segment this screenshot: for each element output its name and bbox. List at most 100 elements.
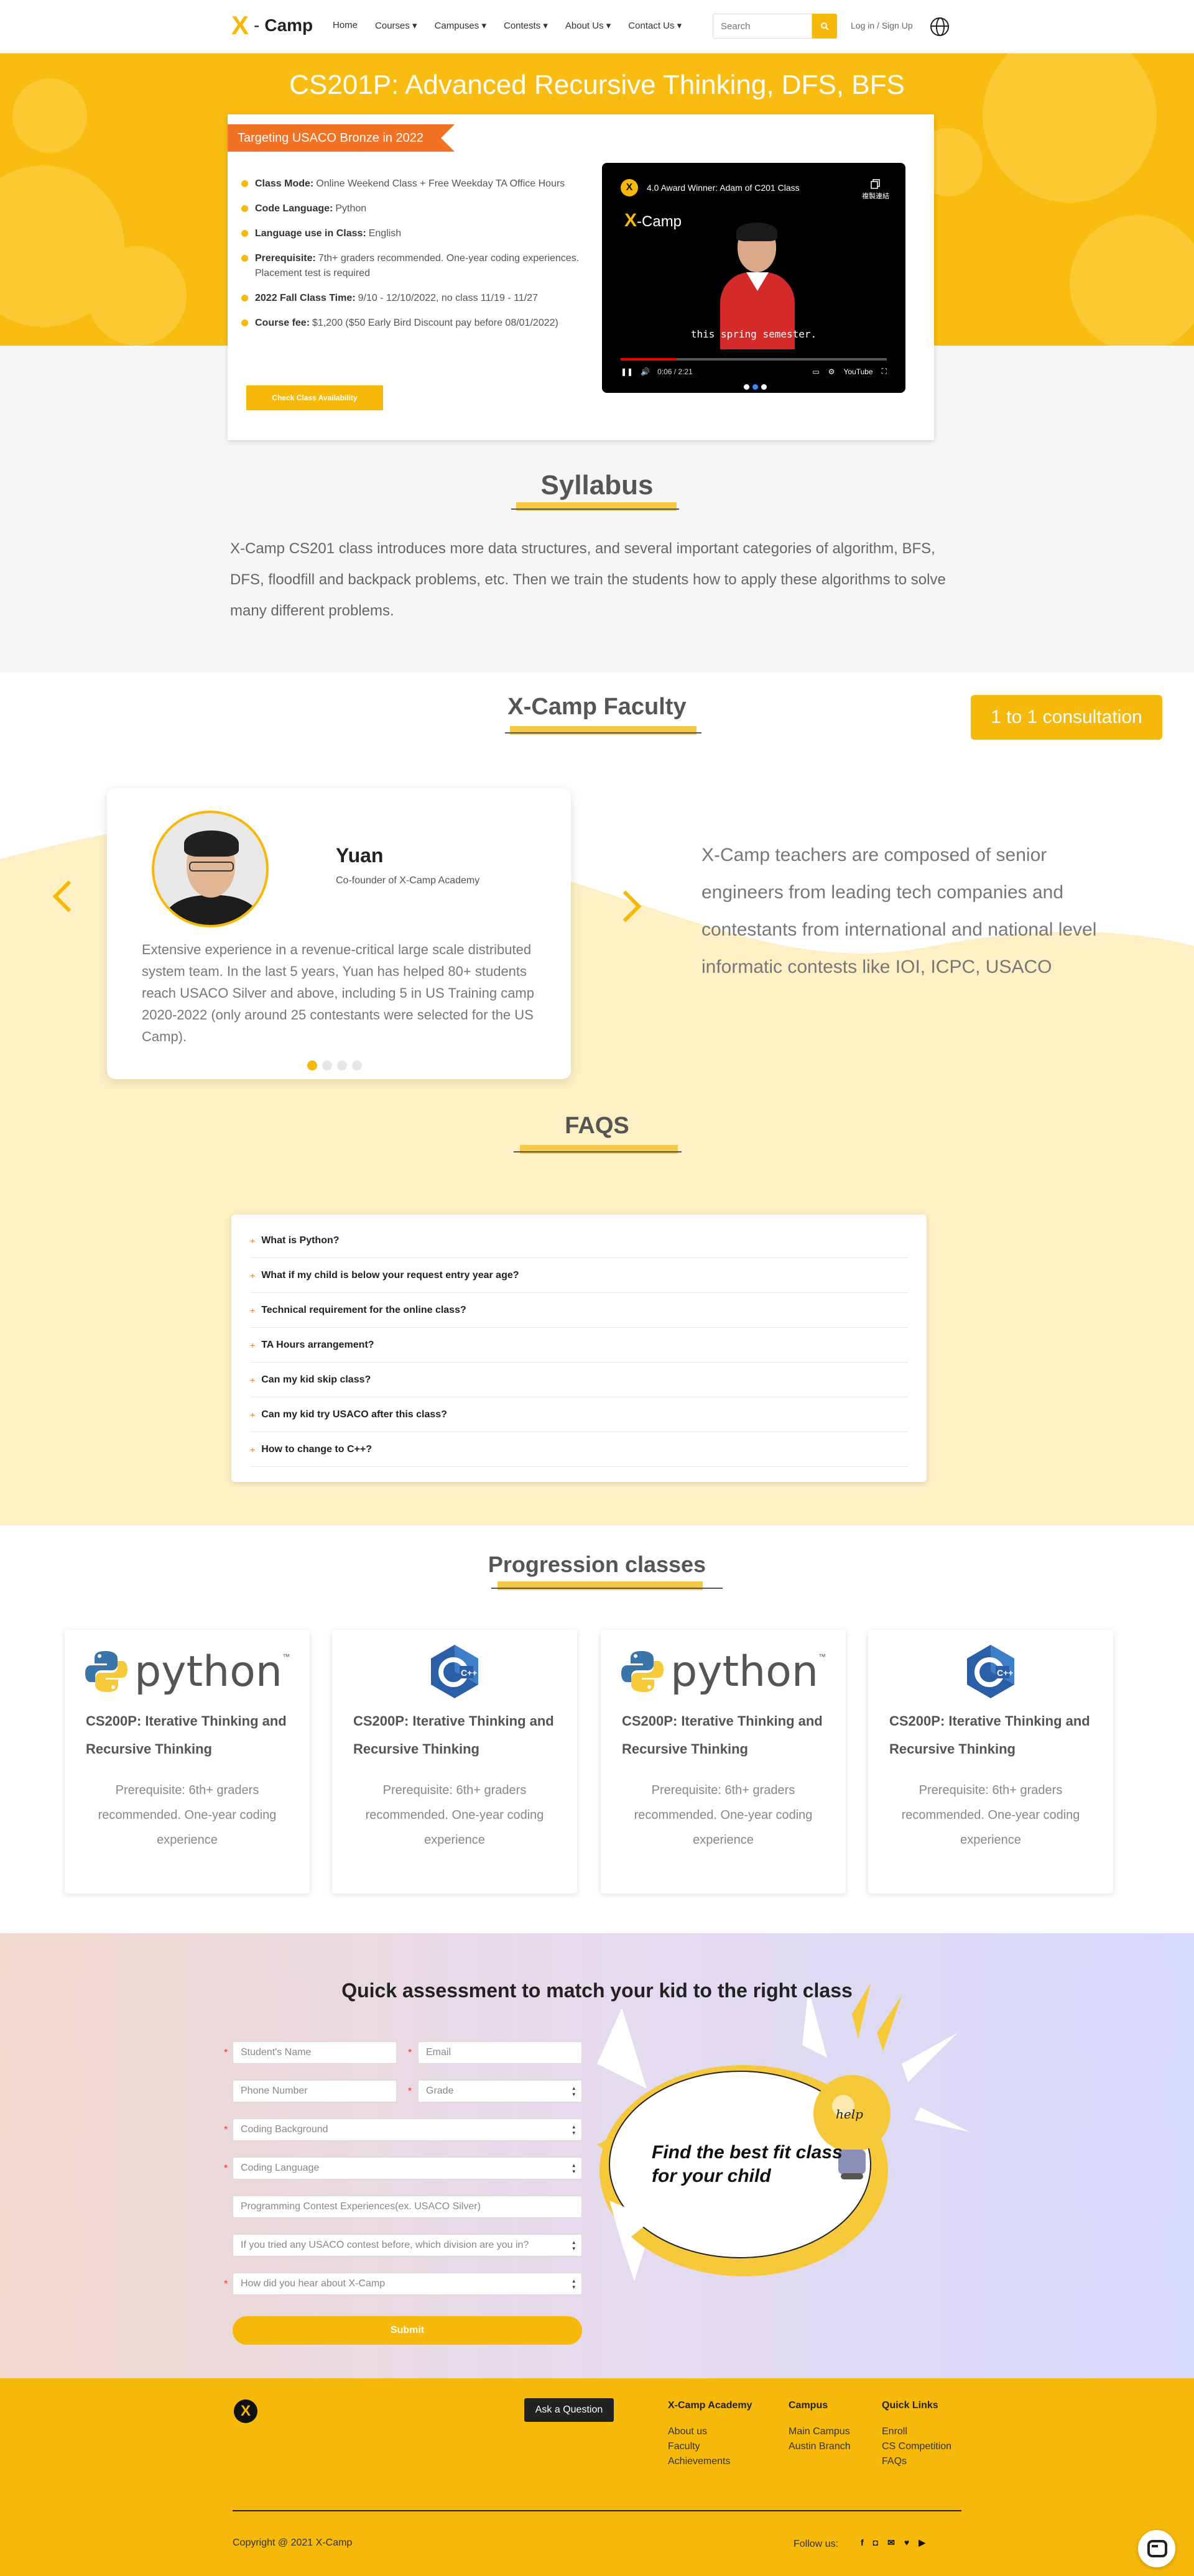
search-input[interactable] <box>713 14 812 39</box>
faq-question: How to change to C++? <box>261 1443 372 1455</box>
info-label: Class Mode: <box>255 178 314 189</box>
info-value: Python <box>335 203 367 214</box>
captions-icon[interactable]: ▭ <box>812 367 819 376</box>
chat-widget-icon[interactable] <box>1138 2530 1175 2567</box>
faq-item[interactable]: + Technical requirement for the online cl… <box>250 1293 908 1328</box>
footer-column-quick-links: Quick Links Enroll CS Competition FAQs <box>882 2398 951 2469</box>
carousel-dot[interactable] <box>322 1060 332 1070</box>
carousel-dot[interactable] <box>744 384 749 390</box>
title-underline <box>514 1151 682 1152</box>
carousel-dot[interactable] <box>337 1060 347 1070</box>
decor-circle <box>87 246 187 346</box>
fullscreen-icon[interactable]: ⛶ <box>882 367 887 376</box>
video-title[interactable]: 4.0 Award Winner: Adam of C201 Class <box>647 183 800 193</box>
faq-item[interactable]: + TA Hours arrangement? <box>250 1328 908 1363</box>
login-signup-link[interactable]: Log in / Sign Up <box>851 21 913 30</box>
email-field[interactable]: Email <box>418 2041 582 2064</box>
progression-card[interactable]: python ™ CS200P: Iterative Thinking and R… <box>65 1630 310 1893</box>
info-label: Code Language: <box>255 203 333 214</box>
progression-card-title: CS200P: Iterative Thinking and Recursive… <box>889 1713 1090 1757</box>
progression-card-prerequisite: Prerequisite: 6th+ graders recommended. … <box>634 1783 813 1847</box>
faq-item[interactable]: + Can my kid try USACO after this class? <box>250 1397 908 1432</box>
cpp-logo: C++ <box>332 1644 577 1700</box>
student-hair <box>736 223 777 241</box>
faq-question: TA Hours arrangement? <box>261 1339 374 1350</box>
progression-title: Progression classes <box>488 1552 706 1577</box>
faq-item[interactable]: + What if my child is below your request … <box>250 1258 908 1293</box>
carousel-dot[interactable] <box>761 384 767 390</box>
coding-background-select[interactable]: Coding Background <box>233 2118 582 2141</box>
progression-card-prerequisite: Prerequisite: 6th+ graders recommended. … <box>365 1783 544 1847</box>
carousel-dot[interactable] <box>307 1060 317 1070</box>
progression-card[interactable]: python ™ CS200P: Iterative Thinking and R… <box>601 1630 846 1893</box>
footer-link[interactable]: Austin Branch <box>789 2439 851 2454</box>
info-label: Prerequisite: <box>255 253 316 264</box>
carousel-dot[interactable] <box>752 384 758 390</box>
menu-contact-us[interactable]: Contact Us ▾ <box>628 20 682 31</box>
video-progress-bar[interactable] <box>621 358 887 361</box>
instagram-icon[interactable]: ◘ <box>873 2537 878 2548</box>
faculty-photo <box>152 811 269 927</box>
wechat-icon[interactable]: ✉ <box>887 2537 895 2548</box>
channel-avatar[interactable]: X <box>621 179 638 196</box>
coding-language-select[interactable]: Coding Language <box>233 2157 582 2179</box>
course-info-list: Class Mode: Online Weekend Class + Free W… <box>241 177 583 341</box>
menu-home[interactable]: Home <box>333 20 358 31</box>
faq-item[interactable]: + How to change to C++? <box>250 1432 908 1467</box>
menu-courses[interactable]: Courses ▾ <box>375 20 417 31</box>
footer-link[interactable]: Faculty <box>668 2439 752 2454</box>
copy-link-button[interactable]: 複製連結 <box>857 179 894 201</box>
facebook-icon[interactable]: f <box>861 2537 864 2548</box>
pause-icon[interactable]: ❚❚ <box>621 367 633 376</box>
student-name-field[interactable]: Student's Name <box>233 2041 397 2064</box>
usaco-division-select[interactable]: If you tried any USACO contest before, w… <box>233 2234 582 2256</box>
photo-hair <box>184 830 239 857</box>
heard-about-select[interactable]: How did you hear about X-Camp <box>233 2273 582 2295</box>
footer-link[interactable]: FAQs <box>882 2454 951 2469</box>
faq-item[interactable]: + Can my kid skip class? <box>250 1363 908 1397</box>
menu-campuses[interactable]: Campuses ▾ <box>435 20 486 31</box>
menu-contests[interactable]: Contests ▾ <box>504 20 548 31</box>
video-player[interactable]: X 4.0 Award Winner: Adam of C201 Class 複… <box>602 163 905 393</box>
xcamp-logo[interactable]: X - Camp <box>231 12 313 39</box>
youtube-icon[interactable]: ▶ <box>919 2537 925 2548</box>
check-availability-button[interactable]: Check Class Availability <box>246 385 383 410</box>
faq-question: What is Python? <box>261 1235 340 1246</box>
footer-column-campus: Campus Main Campus Austin Branch <box>789 2398 851 2454</box>
python-wordmark: python <box>670 1647 818 1696</box>
cpp-hexagon-icon: C++ <box>431 1645 478 1698</box>
info-label: 2022 Fall Class Time: <box>255 293 356 303</box>
footer-link[interactable]: CS Competition <box>882 2439 951 2454</box>
target-ribbon: Targeting USACO Bronze in 2022 <box>228 124 455 152</box>
footer-logo[interactable]: X <box>234 2399 257 2423</box>
info-class-language: Language use in Class: English <box>241 226 583 241</box>
submit-button[interactable]: Submit <box>233 2316 582 2345</box>
settings-gear-icon[interactable]: ⚙ <box>828 367 835 376</box>
youtube-logo[interactable]: YouTube <box>843 367 872 376</box>
twitter-icon[interactable]: ♥ <box>904 2537 909 2548</box>
faculty-bio: Extensive experience in a revenue-critic… <box>142 942 534 1044</box>
contest-experience-field[interactable]: Programming Contest Experiences(ex. USAC… <box>233 2196 582 2218</box>
footer-heading: Quick Links <box>882 2400 938 2411</box>
phone-field[interactable]: Phone Number <box>233 2080 397 2102</box>
required-asterisk: * <box>224 2125 228 2135</box>
watermark-text: -Camp <box>637 213 682 230</box>
grade-select[interactable]: Grade <box>418 2080 582 2102</box>
volume-icon[interactable]: 🔊 <box>641 367 650 376</box>
menu-about-us[interactable]: About Us ▾ <box>565 20 611 31</box>
faq-item[interactable]: + What is Python? <box>250 1223 908 1258</box>
video-right-controls: ▭ ⚙ YouTube ⛶ <box>812 367 887 376</box>
footer-link[interactable]: Achievements <box>668 2454 752 2469</box>
progression-card[interactable]: C++ CS200P: Iterative Thinking and Recur… <box>332 1630 577 1893</box>
footer-link[interactable]: About us <box>668 2424 752 2439</box>
globe-icon[interactable] <box>930 17 949 36</box>
info-course-fee: Course fee: $1,200 ($50 Early Bird Discou… <box>241 316 583 331</box>
carousel-dot[interactable] <box>352 1060 362 1070</box>
search-button[interactable] <box>812 14 837 39</box>
progression-card[interactable]: C++ CS200P: Iterative Thinking and Recur… <box>868 1630 1113 1893</box>
footer-link[interactable]: Enroll <box>882 2424 951 2439</box>
consultation-button[interactable]: 1 to 1 consultation <box>971 695 1162 740</box>
video-time: 0:06 / 2:21 <box>657 367 693 376</box>
footer-link[interactable]: Main Campus <box>789 2424 851 2439</box>
ask-question-button[interactable]: Ask a Question <box>524 2398 614 2422</box>
